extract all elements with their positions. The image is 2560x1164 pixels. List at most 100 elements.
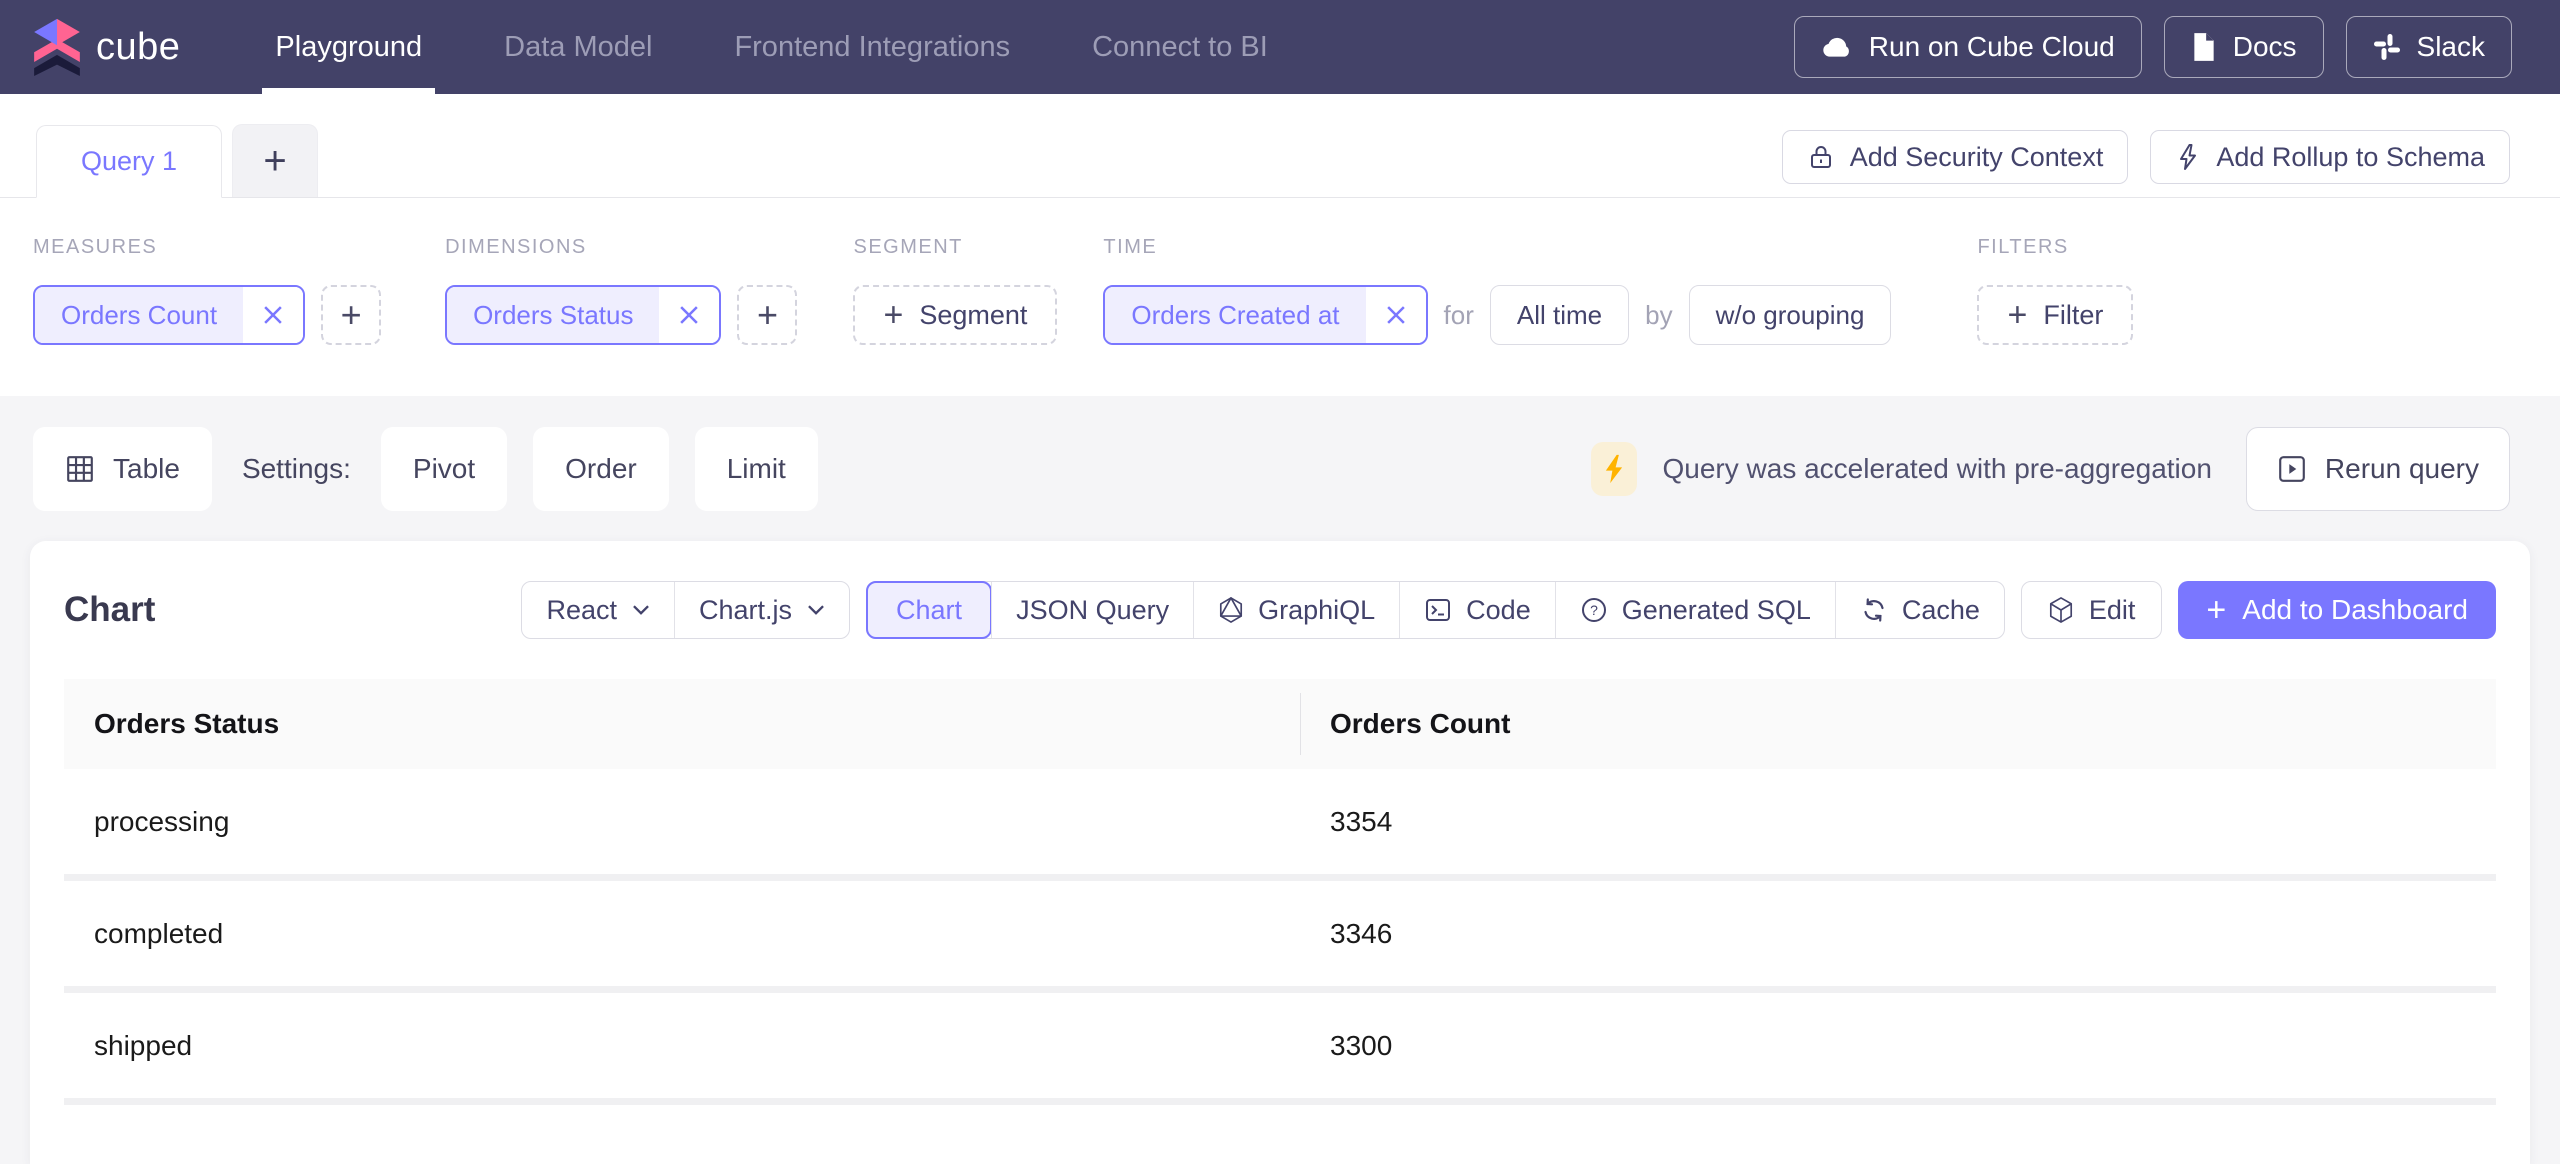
filters-section: FILTERS + Filter	[1977, 236, 2134, 396]
dimension-chip-orders-status[interactable]: Orders Status	[445, 285, 722, 345]
view-tab-code[interactable]: Code	[1399, 582, 1555, 638]
cell-orders-status: shipped	[94, 1029, 193, 1061]
measures-section: MEASURES Orders Count +	[33, 236, 382, 396]
nav-item-connect-to-bi[interactable]: Connect to BI	[1051, 0, 1309, 94]
slack-icon	[2373, 33, 2401, 61]
time-section: TIME Orders Created at for All time by w…	[1103, 236, 1892, 396]
segment-label: SEGMENT	[853, 236, 963, 258]
cell-orders-status: completed	[94, 917, 224, 949]
lock-icon	[1807, 143, 1835, 171]
settings-bar: Table Settings: Pivot Order Limit Query …	[0, 396, 2560, 541]
cell-orders-count: 3354	[1330, 805, 1393, 837]
thunderbolt-icon	[2175, 143, 2201, 171]
plus-icon: +	[2206, 590, 2227, 629]
column-divider	[1300, 693, 1301, 755]
nav-actions: Run on Cube Cloud Docs Slack	[1793, 16, 2512, 78]
table-row: shipped 3300	[64, 993, 2496, 1105]
time-chip-orders-created-at[interactable]: Orders Created at	[1103, 285, 1428, 345]
date-range-button[interactable]: All time	[1489, 285, 1630, 345]
view-tab-cache[interactable]: Cache	[1834, 582, 2004, 638]
settings-buttons: Pivot Order Limit	[380, 426, 818, 511]
lightning-badge	[1590, 441, 1637, 496]
table-row: completed 3346	[64, 881, 2496, 993]
add-measure-button[interactable]: +	[321, 285, 382, 345]
pivot-button[interactable]: Pivot	[380, 426, 508, 511]
add-dimension-button[interactable]: +	[737, 285, 798, 345]
table-header-row: Orders Status Orders Count	[64, 679, 2496, 769]
framework-library-selects: React Chart.js	[521, 581, 851, 639]
query-builder: MEASURES Orders Count + DIMENSIONS Order…	[0, 198, 2560, 396]
time-label: TIME	[1103, 236, 1158, 258]
chart-toolbar: React Chart.js Chart JSON Query GraphiQL…	[521, 581, 2496, 639]
nav-item-data-model[interactable]: Data Model	[463, 0, 693, 94]
by-connector: by	[1645, 299, 1673, 330]
codesandbox-icon	[2048, 596, 2074, 624]
edit-button[interactable]: Edit	[2020, 581, 2163, 639]
for-connector: for	[1443, 299, 1474, 330]
view-tab-chart[interactable]: Chart	[866, 581, 993, 639]
chart-type-table-button[interactable]: Table	[33, 426, 212, 511]
main-nav: Playground Data Model Frontend Integrati…	[234, 0, 1308, 94]
top-navbar: cube Playground Data Model Frontend Inte…	[0, 0, 2560, 94]
acceleration-message: Query was accelerated with pre-aggregati…	[1662, 452, 2212, 484]
view-tab-generated-sql[interactable]: ? Generated SQL	[1554, 582, 1835, 638]
limit-button[interactable]: Limit	[694, 426, 818, 511]
refresh-icon	[1860, 596, 1888, 624]
question-circle-icon: ?	[1580, 596, 1608, 624]
docs-button[interactable]: Docs	[2163, 16, 2324, 78]
nav-item-frontend-integrations[interactable]: Frontend Integrations	[693, 0, 1051, 94]
view-switcher: Chart JSON Query GraphiQL Code ? Generat…	[866, 581, 2005, 639]
filters-label: FILTERS	[1977, 236, 2069, 258]
granularity-button[interactable]: w/o grouping	[1688, 285, 1892, 345]
add-filter-button[interactable]: + Filter	[1977, 285, 2134, 345]
chart-card: Chart React Chart.js Chart JSON Query Gr…	[30, 541, 2530, 1164]
remove-dimension-icon[interactable]	[659, 287, 720, 343]
add-rollup-to-schema-button[interactable]: Add Rollup to Schema	[2150, 130, 2510, 184]
plus-icon: +	[883, 295, 904, 334]
order-button[interactable]: Order	[533, 426, 669, 511]
lightning-bolt-icon	[1601, 453, 1627, 485]
add-segment-button[interactable]: + Segment	[853, 285, 1058, 345]
play-square-icon	[2277, 454, 2307, 484]
query-tabbar: Query 1 + Add Security Context Add Rollu…	[0, 94, 2560, 198]
chevron-down-icon	[807, 604, 825, 616]
rerun-query-button[interactable]: Rerun query	[2245, 426, 2510, 511]
cube-logo-icon	[32, 18, 82, 76]
plus-icon: +	[2007, 295, 2028, 334]
chart-title: Chart	[64, 590, 156, 629]
measures-label: MEASURES	[33, 236, 158, 258]
cell-orders-status: processing	[94, 805, 230, 837]
segment-section: SEGMENT + Segment	[853, 236, 1058, 396]
table-grid-icon	[65, 454, 95, 484]
measure-chip-orders-count[interactable]: Orders Count	[33, 285, 306, 345]
terminal-icon	[1424, 596, 1452, 624]
view-tab-graphiql[interactable]: GraphiQL	[1193, 582, 1399, 638]
cell-orders-count: 3300	[1330, 1029, 1393, 1061]
tabbar-actions: Add Security Context Add Rollup to Schem…	[1781, 130, 2510, 184]
view-tab-json-query[interactable]: JSON Query	[991, 582, 1193, 638]
run-on-cube-cloud-button[interactable]: Run on Cube Cloud	[1793, 16, 2142, 78]
table-row: processing 3354	[64, 769, 2496, 881]
results-table: Orders Status Orders Count processing 33…	[64, 679, 2496, 1105]
add-security-context-button[interactable]: Add Security Context	[1781, 130, 2129, 184]
cube-logo[interactable]: cube	[32, 18, 180, 76]
add-query-tab-button[interactable]: +	[232, 124, 319, 197]
library-select[interactable]: Chart.js	[674, 582, 849, 638]
svg-text:?: ?	[1590, 602, 1598, 618]
slack-button[interactable]: Slack	[2345, 16, 2512, 78]
cloud-icon	[1821, 34, 1853, 60]
workspace: Table Settings: Pivot Order Limit Query …	[0, 396, 2560, 1164]
column-header-orders-status: Orders Status	[94, 708, 280, 739]
graphql-icon	[1218, 596, 1244, 624]
framework-select[interactable]: React	[522, 582, 674, 638]
remove-measure-icon[interactable]	[243, 287, 304, 343]
chevron-down-icon	[632, 604, 650, 616]
remove-time-dimension-icon[interactable]	[1365, 287, 1426, 343]
tab-query-1[interactable]: Query 1	[36, 125, 223, 198]
column-header-orders-count: Orders Count	[1330, 708, 1511, 739]
add-to-dashboard-button[interactable]: + Add to Dashboard	[2178, 581, 2496, 639]
settings-label: Settings:	[241, 452, 351, 484]
nav-item-playground[interactable]: Playground	[234, 0, 463, 94]
acceleration-status: Query was accelerated with pre-aggregati…	[1590, 426, 2510, 511]
dimensions-section: DIMENSIONS Orders Status +	[445, 236, 798, 396]
